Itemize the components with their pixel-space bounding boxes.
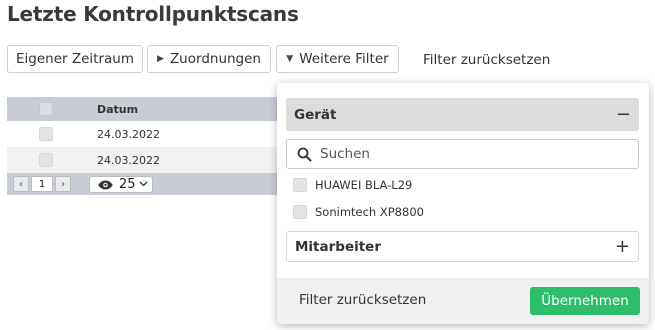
- table-row[interactable]: 24.03.2022: [7, 147, 297, 173]
- device-section-header[interactable]: Gerät −: [286, 98, 639, 131]
- employee-section-label: Mitarbeiter: [295, 238, 381, 255]
- device-option[interactable]: HUAWEI BLA-L29: [293, 176, 412, 194]
- chevron-down-icon: [139, 180, 148, 190]
- filter-reset-link[interactable]: Filter zurücksetzen: [423, 52, 550, 68]
- current-page[interactable]: 1: [31, 176, 53, 192]
- assignments-label: Zuordnungen: [169, 51, 261, 67]
- device-search-field[interactable]: [286, 139, 639, 169]
- page-title: Letzte Kontrollpunktscans: [7, 2, 299, 26]
- custom-period-label: Eigener Zeitraum: [16, 51, 134, 67]
- table-header: Datum: [7, 97, 297, 121]
- cell-datum: 24.03.2022: [97, 153, 160, 167]
- more-filters-label: Weitere Filter: [299, 51, 389, 67]
- column-header-datum[interactable]: Datum: [97, 103, 138, 116]
- footer-reset-button[interactable]: Filter zurücksetzen: [299, 292, 426, 308]
- prev-page-button[interactable]: ‹: [13, 176, 29, 192]
- row-checkbox[interactable]: [39, 127, 53, 141]
- plus-icon[interactable]: +: [615, 236, 630, 257]
- custom-period-button[interactable]: Eigener Zeitraum: [7, 45, 143, 73]
- row-checkbox[interactable]: [39, 153, 53, 167]
- more-filters-dropdown: Gerät − HUAWEI BLA-L29 Sonimtech XP8800 …: [277, 83, 649, 324]
- table-pager: ‹ 1 › 25: [7, 173, 297, 195]
- device-search-input[interactable]: [318, 145, 622, 163]
- eye-icon: [98, 180, 113, 190]
- device-option-checkbox[interactable]: [293, 205, 307, 219]
- page-size-value: 25: [119, 177, 136, 192]
- apply-button[interactable]: Übernehmen: [530, 287, 640, 315]
- caret-right-icon: ▶: [157, 54, 164, 64]
- device-option-label: Sonimtech XP8800: [315, 205, 424, 219]
- scans-table: Datum 24.03.2022 24.03.2022 ‹ 1 › 25: [7, 97, 297, 195]
- next-page-button[interactable]: ›: [55, 176, 71, 192]
- employee-section-header[interactable]: Mitarbeiter +: [286, 231, 639, 262]
- cell-datum: 24.03.2022: [97, 127, 160, 141]
- dropdown-footer: Filter zurücksetzen Übernehmen: [277, 278, 649, 324]
- search-icon: [297, 147, 312, 162]
- device-section-label: Gerät: [294, 106, 337, 123]
- caret-down-icon: ▼: [286, 54, 294, 64]
- page-size-select[interactable]: 25: [89, 176, 153, 193]
- more-filters-button[interactable]: ▼ Weitere Filter: [276, 45, 399, 73]
- minus-icon[interactable]: −: [616, 104, 631, 125]
- device-option[interactable]: Sonimtech XP8800: [293, 203, 424, 221]
- device-option-checkbox[interactable]: [293, 178, 307, 192]
- select-all-checkbox[interactable]: [39, 102, 53, 116]
- assignments-button[interactable]: ▶ Zuordnungen: [147, 45, 271, 73]
- device-option-label: HUAWEI BLA-L29: [315, 178, 413, 192]
- table-row[interactable]: 24.03.2022: [7, 121, 297, 147]
